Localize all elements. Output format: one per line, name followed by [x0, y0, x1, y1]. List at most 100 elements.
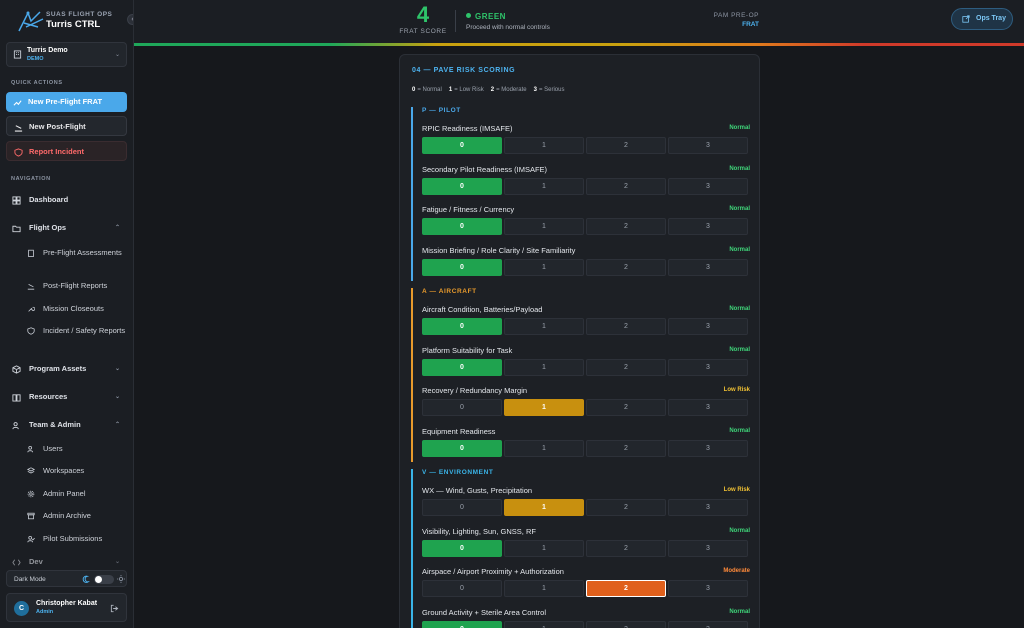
score-option-1[interactable]: 1	[504, 499, 584, 516]
score-option-0[interactable]: 0	[422, 580, 502, 597]
score-option-0[interactable]: 0	[422, 318, 502, 335]
risk-item-status: Normal	[729, 306, 750, 312]
nav-label: Pilot Submissions	[43, 534, 103, 543]
score-option-0[interactable]: 0	[422, 218, 502, 235]
score-option-1[interactable]: 1	[504, 580, 584, 597]
risk-item-status: Low Risk	[723, 387, 750, 393]
score-option-0[interactable]: 0	[422, 177, 502, 195]
nav-users[interactable]: Users	[25, 443, 130, 454]
score-option-0[interactable]: 0	[422, 499, 502, 516]
nav-label: Admin Archive	[43, 511, 91, 520]
score-option-1[interactable]: 1	[504, 399, 584, 416]
nav-team-admin[interactable]: Team & Admin ⌃	[10, 418, 126, 432]
score-option-2[interactable]: 2	[586, 318, 666, 335]
new-post-flight-button[interactable]: New Post-Flight	[6, 116, 127, 136]
risk-item: Equipment Readiness Normal 0 1 2 3	[422, 424, 750, 464]
nav-incident-safety-reports[interactable]: Incident / Safety Reports	[25, 325, 130, 336]
score-option-2[interactable]: 2	[586, 177, 666, 195]
risk-item-status: Normal	[729, 527, 750, 534]
score-option-1[interactable]: 1	[504, 177, 584, 195]
score-option-2[interactable]: 2	[586, 137, 666, 154]
score-option-0[interactable]: 0	[422, 399, 502, 416]
score-option-2[interactable]: 2	[586, 539, 666, 557]
dark-mode-switch[interactable]	[94, 575, 114, 584]
workspace-switcher[interactable]: Turris Demo DEMO ⌄	[6, 42, 127, 67]
score-option-3[interactable]: 3	[668, 318, 748, 335]
score-option-3[interactable]: 3	[668, 218, 748, 235]
score-option-2[interactable]: 2	[586, 439, 666, 457]
report-incident-button[interactable]: Report Incident	[6, 141, 127, 161]
score-option-0[interactable]: 0	[422, 439, 502, 457]
score-option-3[interactable]: 3	[668, 358, 748, 376]
score-option-3[interactable]: 3	[668, 620, 748, 628]
score-option-3[interactable]: 3	[668, 539, 748, 557]
group-title: A — AIRCRAFT	[422, 288, 477, 295]
risk-item-status: Normal	[729, 346, 750, 353]
brand[interactable]: SUAS FLIGHT OPS Turris CTRL	[12, 8, 132, 38]
users-icon	[27, 445, 33, 453]
score-option-2[interactable]: 2	[586, 620, 666, 628]
score-option-1[interactable]: 1	[504, 439, 584, 457]
nav-dev[interactable]: Dev ⌄	[10, 555, 126, 569]
score-option-2[interactable]: 2	[586, 399, 666, 416]
risk-item-status: Moderate	[723, 568, 750, 574]
nav-post-flight-reports[interactable]: Post-Flight Reports	[25, 280, 130, 291]
score-option-3[interactable]: 3	[668, 177, 748, 195]
score-option-1[interactable]: 1	[504, 218, 584, 235]
ops-tray-button[interactable]: Ops Tray	[951, 8, 1013, 30]
score-option-1[interactable]: 1	[504, 258, 584, 276]
score-option-2[interactable]: 2	[586, 218, 666, 235]
nav-pilot-submissions[interactable]: Pilot Submissions	[25, 533, 130, 544]
nav-admin-archive[interactable]: Admin Archive	[25, 510, 130, 521]
user-card[interactable]: C Christopher Kabat Admin	[6, 593, 127, 622]
nav-dashboard[interactable]: Dashboard	[10, 193, 126, 207]
risk-item-status: Low Risk	[723, 487, 750, 493]
score-option-1[interactable]: 1	[504, 620, 584, 628]
nav-resources[interactable]: Resources ⌄	[10, 390, 126, 404]
legend-label: = Serious	[538, 87, 565, 93]
navigation-heading: NAVIGATION	[11, 176, 51, 182]
risk-item-status: Normal	[729, 427, 750, 434]
score-option-3[interactable]: 3	[668, 137, 748, 154]
risk-item-label: Platform Suitability for Task	[422, 345, 513, 355]
logout-icon[interactable]	[110, 604, 119, 613]
score-option-1[interactable]: 1	[504, 358, 584, 376]
score-option-0[interactable]: 0	[422, 258, 502, 276]
nav-workspaces[interactable]: Workspaces	[25, 465, 130, 476]
risk-item: Visibility, Lighting, Sun, GNSS, RF Norma…	[422, 524, 750, 564]
score-option-1[interactable]: 1	[504, 318, 584, 335]
score-option-2[interactable]: 2	[586, 358, 666, 376]
score-option-0[interactable]: 0	[422, 539, 502, 557]
score-option-1[interactable]: 1	[504, 137, 584, 154]
risk-item: RPIC Readiness (IMSAFE) Normal 0 1 2 3	[422, 121, 750, 161]
score-option-3[interactable]: 3	[668, 499, 748, 516]
legend-label: = Normal	[417, 87, 442, 93]
score-option-3[interactable]: 3	[668, 258, 748, 276]
app-root: SUAS FLIGHT OPS Turris CTRL ‹ Turris Dem…	[0, 0, 1024, 628]
nav-flight-ops[interactable]: Flight Ops ⌃	[10, 221, 126, 235]
score-option-0[interactable]: 0	[422, 620, 502, 628]
book-icon	[12, 394, 21, 402]
nav-program-assets[interactable]: Program Assets ⌄	[10, 362, 126, 376]
risk-status-text: GREEN	[475, 12, 506, 21]
nav-admin-panel[interactable]: Admin Panel	[25, 488, 130, 499]
score-option-3[interactable]: 3	[668, 580, 748, 597]
pave-group: A — AIRCRAFT Aircraft Condition, Batterie…	[411, 288, 751, 462]
score-option-1[interactable]: 1	[504, 539, 584, 557]
external-tray-icon	[962, 15, 970, 23]
score-option-3[interactable]: 3	[668, 439, 748, 457]
score-option-2[interactable]: 2	[586, 499, 666, 516]
nav-pre-flight-assessments[interactable]: Pre-Flight Assessments	[25, 247, 130, 258]
score-option-0[interactable]: 0	[422, 137, 502, 154]
collapse-sidebar-icon[interactable]: ‹	[127, 14, 133, 25]
code-icon	[12, 559, 21, 566]
score-option-3[interactable]: 3	[668, 399, 748, 416]
nav-mission-closeouts[interactable]: Mission Closeouts	[25, 303, 130, 314]
plane-landing-icon	[27, 284, 35, 290]
score-option-2[interactable]: 2	[586, 580, 666, 597]
legend-item: 1 = Low Risk	[449, 87, 484, 93]
score-option-2[interactable]: 2	[586, 258, 666, 276]
box-icon	[12, 365, 21, 374]
new-pre-flight-frat-button[interactable]: New Pre-Flight FRAT	[6, 92, 127, 112]
score-option-0[interactable]: 0	[422, 358, 502, 376]
